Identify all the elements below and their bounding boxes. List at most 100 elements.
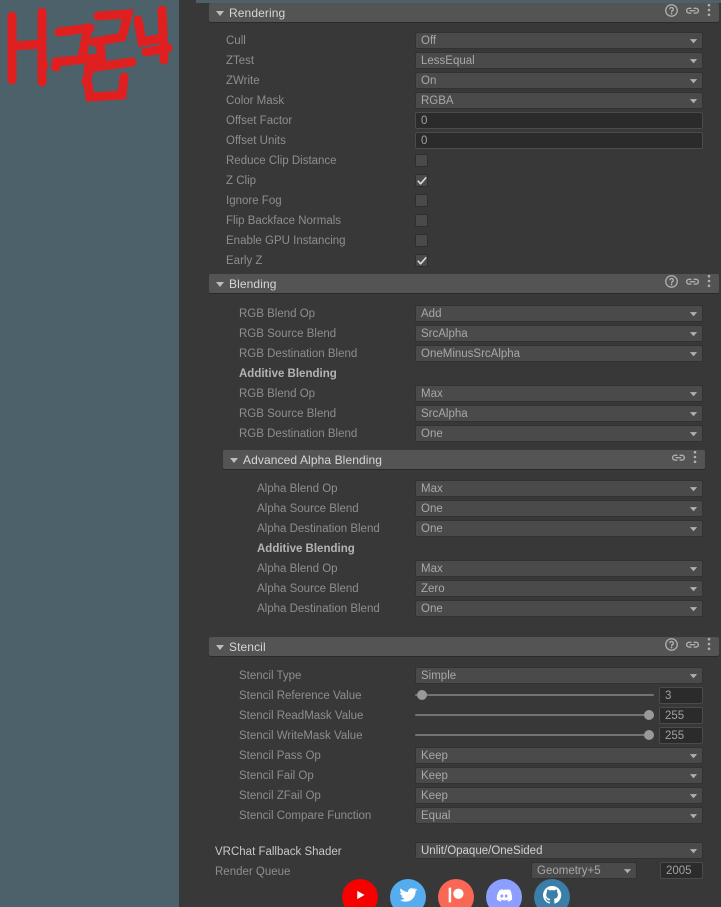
checkbox-rendering-6[interactable] xyxy=(415,154,428,167)
dropdown-advanced-alpha-blending-4[interactable]: Max xyxy=(415,560,703,577)
field-label: Z Clip xyxy=(226,175,257,187)
section-header-blending[interactable]: Blending xyxy=(209,274,719,293)
fallback-shader-value: Unlit/Opaque/OneSided xyxy=(421,844,543,857)
dropdown-stencil-4[interactable]: Keep xyxy=(415,747,703,764)
patreon-icon xyxy=(445,884,467,907)
dropdown-stencil-5[interactable]: Keep xyxy=(415,767,703,784)
section-header-rendering[interactable]: Rendering xyxy=(209,3,719,22)
dropdown-advanced-alpha-blending-0[interactable]: Max xyxy=(415,480,703,497)
foldout-triangle-icon[interactable] xyxy=(215,642,224,651)
overflow-menu-icon[interactable] xyxy=(707,637,711,656)
dropdown-blending-1[interactable]: SrcAlpha xyxy=(415,325,703,342)
dropdown-advanced-alpha-blending-5[interactable]: Zero xyxy=(415,580,703,597)
slider-stencil-2[interactable] xyxy=(415,707,654,723)
slider-stencil-3[interactable] xyxy=(415,727,654,743)
field-label: Stencil ZFail Op xyxy=(239,790,321,802)
dropdown-stencil-6[interactable]: Keep xyxy=(415,787,703,804)
dropdown-advanced-alpha-blending-2[interactable]: One xyxy=(415,520,703,537)
dropdown-advanced-alpha-blending-6[interactable]: One xyxy=(415,600,703,617)
checkbox-rendering-8[interactable] xyxy=(415,194,428,207)
dropdown-value: Off xyxy=(421,34,437,47)
field-label: Cull xyxy=(226,35,246,47)
link-icon[interactable] xyxy=(685,4,700,22)
checkbox-rendering-11[interactable] xyxy=(415,254,428,267)
link-icon[interactable] xyxy=(671,451,686,469)
dropdown-rendering-1[interactable]: LessEqual xyxy=(415,52,703,69)
chevron-down-icon xyxy=(689,842,698,860)
slider-track xyxy=(415,734,654,736)
left-background-pane xyxy=(0,0,179,907)
dropdown-blending-0[interactable]: Add xyxy=(415,305,703,322)
field-label: Enable GPU Instancing xyxy=(226,235,346,247)
dropdown-rendering-2[interactable]: On xyxy=(415,72,703,89)
field-label: Stencil Fail Op xyxy=(239,770,314,782)
foldout-triangle-icon[interactable] xyxy=(215,8,224,17)
chevron-down-icon xyxy=(689,667,698,685)
field-label: Stencil Compare Function xyxy=(239,810,372,822)
slider-handle[interactable] xyxy=(417,690,428,700)
link-icon[interactable] xyxy=(685,638,700,656)
help-icon[interactable] xyxy=(665,274,678,293)
field-label: Stencil Pass Op xyxy=(239,750,321,762)
dropdown-blending-6[interactable]: One xyxy=(415,425,703,442)
section-header-stencil[interactable]: Stencil xyxy=(209,637,719,656)
overflow-menu-icon[interactable] xyxy=(707,3,711,22)
foldout-triangle-icon[interactable] xyxy=(215,279,224,288)
dropdown-stencil-0[interactable]: Simple xyxy=(415,667,703,684)
checkbox-rendering-7[interactable] xyxy=(415,174,428,187)
section-header-icons xyxy=(665,274,719,293)
dropdown-blending-4[interactable]: Max xyxy=(415,385,703,402)
dropdown-value: Simple xyxy=(421,669,457,682)
field-label: Reduce Clip Distance xyxy=(226,155,337,167)
field-label: Offset Factor xyxy=(226,115,293,127)
chevron-down-icon xyxy=(689,787,698,805)
help-icon[interactable] xyxy=(665,637,678,656)
field-label: Early Z xyxy=(226,255,263,267)
social-link-twitter[interactable] xyxy=(390,879,426,907)
social-link-github[interactable] xyxy=(534,879,570,907)
checkbox-rendering-10[interactable] xyxy=(415,234,428,247)
render-queue-value-field[interactable]: 2005 xyxy=(660,862,703,879)
field-label: ZTest xyxy=(226,55,255,67)
slider-handle[interactable] xyxy=(644,710,654,720)
text-field-value: 0 xyxy=(421,114,428,127)
text-field-rendering-5[interactable]: 0 xyxy=(415,132,703,149)
section-header-advanced-alpha-blending[interactable]: Advanced Alpha Blending xyxy=(223,450,705,469)
help-icon[interactable] xyxy=(665,3,678,22)
dropdown-advanced-alpha-blending-1[interactable]: One xyxy=(415,500,703,517)
social-link-youtube[interactable] xyxy=(342,879,378,907)
social-link-discord[interactable] xyxy=(486,879,522,907)
chevron-down-icon xyxy=(689,385,698,403)
slider-handle[interactable] xyxy=(644,730,654,740)
slider-value: 255 xyxy=(665,729,685,742)
dropdown-value: SrcAlpha xyxy=(421,327,468,340)
overflow-menu-icon[interactable] xyxy=(707,274,711,293)
slider-value: 3 xyxy=(665,689,672,702)
chevron-down-icon xyxy=(689,305,698,323)
dropdown-rendering-0[interactable]: Off xyxy=(415,32,703,49)
dropdown-blending-2[interactable]: OneMinusSrcAlpha xyxy=(415,345,703,362)
slider-value-field-stencil-3[interactable]: 255 xyxy=(659,727,703,744)
slider-value-field-stencil-1[interactable]: 3 xyxy=(659,687,703,704)
text-field-rendering-4[interactable]: 0 xyxy=(415,112,703,129)
field-label: RGB Destination Blend xyxy=(239,348,358,360)
render-queue-preset-dropdown[interactable]: Geometry+5 xyxy=(531,862,637,879)
chevron-down-icon xyxy=(689,807,698,825)
dropdown-rendering-3[interactable]: RGBA xyxy=(415,92,703,109)
social-link-patreon[interactable] xyxy=(438,879,474,907)
section-header-icons xyxy=(665,3,719,22)
slider-value-field-stencil-2[interactable]: 255 xyxy=(659,707,703,724)
link-icon[interactable] xyxy=(685,275,700,293)
overflow-menu-icon[interactable] xyxy=(693,450,697,469)
dropdown-stencil-7[interactable]: Equal xyxy=(415,807,703,824)
dropdown-blending-5[interactable]: SrcAlpha xyxy=(415,405,703,422)
twitter-icon xyxy=(397,884,419,907)
render-queue-value: 2005 xyxy=(666,864,692,877)
foldout-triangle-icon[interactable] xyxy=(229,455,238,464)
fallback-shader-dropdown[interactable]: Unlit/Opaque/OneSided xyxy=(415,842,703,859)
text-field-value: 0 xyxy=(421,134,428,147)
checkmark-icon xyxy=(416,254,427,272)
checkbox-rendering-9[interactable] xyxy=(415,214,428,227)
section-title: Advanced Alpha Blending xyxy=(243,452,383,467)
slider-stencil-1[interactable] xyxy=(415,687,654,703)
